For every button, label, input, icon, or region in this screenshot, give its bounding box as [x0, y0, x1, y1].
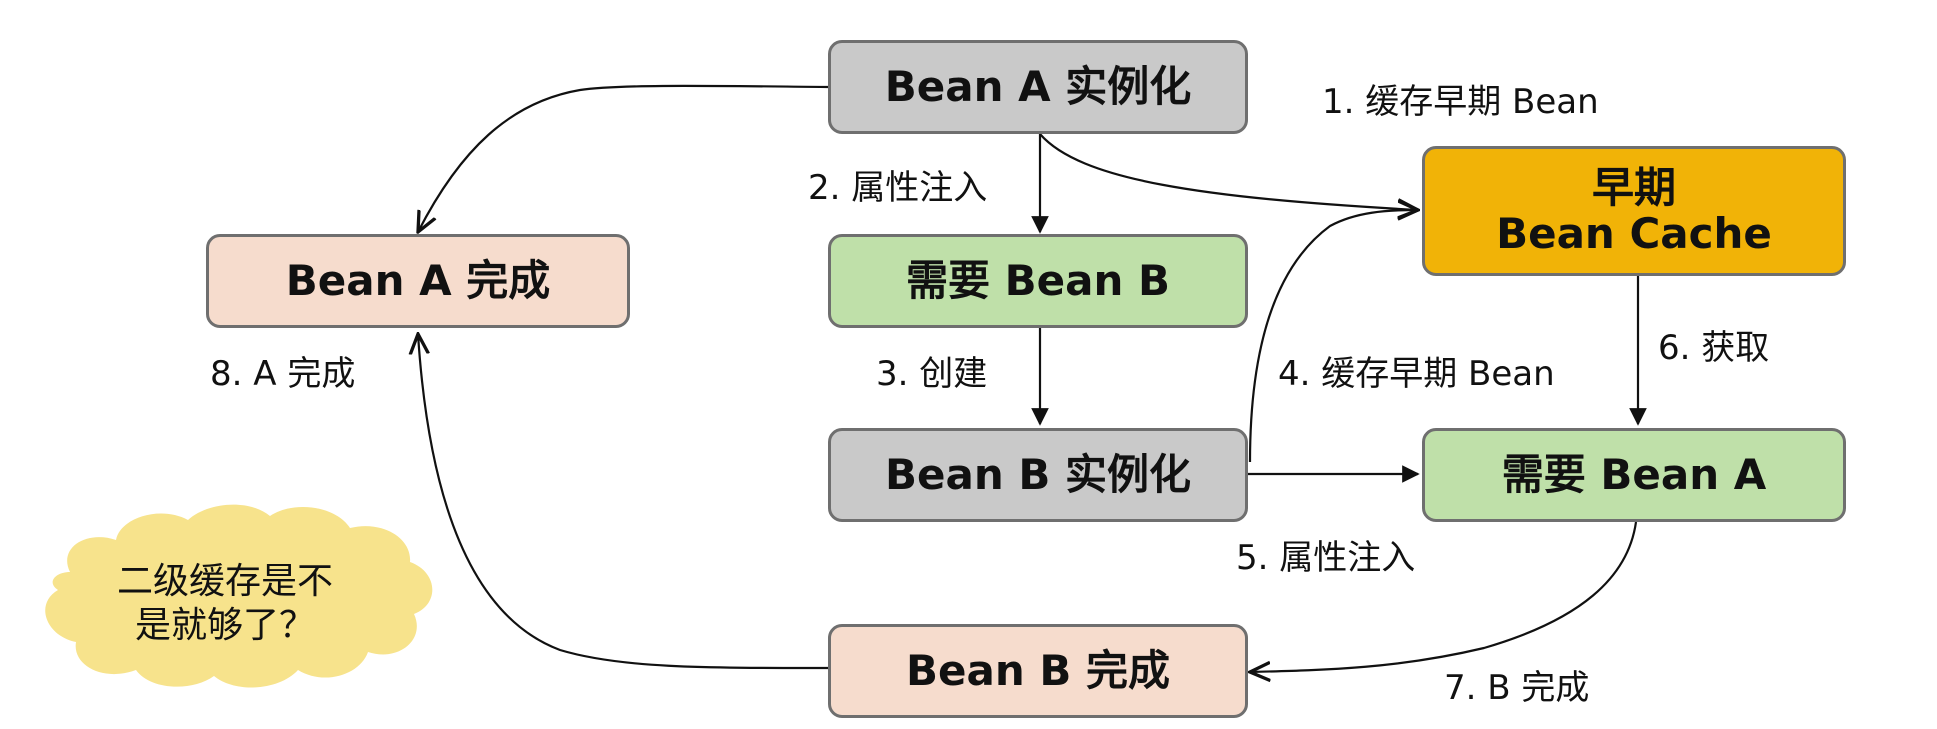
cloud-question-line2: 是就够了？: [134, 604, 315, 646]
node-need-bean-a-label: 需要 Bean A: [1501, 449, 1767, 499]
arrow-bean-b-to-cache: [1248, 210, 1418, 463]
cloud-question: 二级缓存是不 是就够了？: [95, 560, 355, 648]
node-early-bean-cache-title: 早期: [1591, 162, 1676, 212]
arrow-a-to-cache: [1039, 133, 1418, 210]
edge-label-step5: 5. 属性注入: [1236, 538, 1416, 578]
edge-label-step2: 2. 属性注入: [808, 168, 988, 208]
node-early-bean-cache-subtitle: Bean Cache: [1496, 209, 1772, 258]
cloud-question-line1: 二级缓存是不: [116, 561, 333, 602]
node-bean-a-complete: Bean A 完成: [206, 234, 630, 328]
arrow-bean-b-complete-to-a-complete: [418, 334, 829, 670]
node-bean-b-instantiate-label: Bean B 实例化: [885, 449, 1191, 499]
node-bean-b-complete-label: Bean B 完成: [906, 645, 1170, 695]
node-bean-a-instantiate-label: Bean A 实例化: [884, 61, 1192, 111]
node-early-bean-cache: 早期 Bean Cache: [1422, 146, 1846, 276]
edge-label-step6: 6. 获取: [1658, 328, 1770, 368]
node-bean-b-instantiate: Bean B 实例化: [828, 428, 1248, 522]
edge-label-step8: 8. A 完成: [210, 354, 356, 394]
node-bean-b-complete: Bean B 完成: [828, 624, 1248, 718]
diagram-canvas: Bean A 实例化 Bean A 完成 需要 Bean B 早期 Bean C…: [0, 0, 1937, 729]
edge-label-step3: 3. 创建: [876, 354, 988, 394]
arrow-a-to-a-complete: [418, 84, 829, 232]
node-need-bean-b-label: 需要 Bean B: [906, 255, 1170, 305]
edge-label-step4: 4. 缓存早期 Bean: [1278, 354, 1555, 394]
node-bean-a-instantiate: Bean A 实例化: [828, 40, 1248, 134]
edge-label-step7: 7. B 完成: [1444, 668, 1590, 708]
edge-label-step1: 1. 缓存早期 Bean: [1322, 82, 1599, 122]
node-need-bean-b: 需要 Bean B: [828, 234, 1248, 328]
node-bean-a-complete-label: Bean A 完成: [285, 255, 551, 305]
node-need-bean-a: 需要 Bean A: [1422, 428, 1846, 522]
